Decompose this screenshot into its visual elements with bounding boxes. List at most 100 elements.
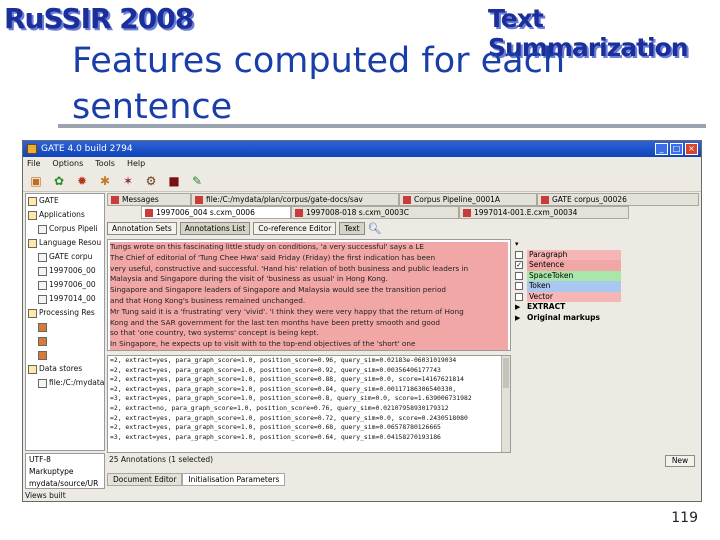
annotation-type-row[interactable]: SpaceToken <box>515 270 699 281</box>
sentence-highlight[interactable]: very useful, constructive and successful… <box>110 263 508 275</box>
menu-file[interactable]: File <box>27 157 40 170</box>
document-tab[interactable]: 1997014-001.E.cxm_00034 <box>459 206 629 219</box>
scrollbar-thumb[interactable] <box>503 358 509 388</box>
collapse-icon[interactable]: ▾ <box>515 239 523 250</box>
annotation-type-row[interactable]: ▾ <box>515 239 699 250</box>
bottom-tabs: Document Editor Initialisation Parameters <box>107 473 286 486</box>
close-icon[interactable]: × <box>685 143 698 155</box>
new-resource-icon[interactable]: ✿ <box>50 172 68 190</box>
table-row[interactable]: =2, extract=yes, para_graph_score=1.0, p… <box>110 375 510 385</box>
annotation-type-row[interactable]: ▶ EXTRACT <box>515 302 699 313</box>
maximize-icon[interactable]: □ <box>670 143 683 155</box>
document-text-pane[interactable]: Tungs wrote on this fascinating little s… <box>107 239 511 351</box>
annotation-type-row[interactable]: Vector <box>515 291 699 302</box>
sentence-highlight[interactable]: Kong and the SAR government for the last… <box>110 317 508 329</box>
table-row[interactable]: =2, extract=yes, para_graph_score=1.0, p… <box>110 366 510 376</box>
text-button[interactable]: Text <box>339 222 365 235</box>
tree-item[interactable] <box>26 334 104 348</box>
annotation-type-label: Token <box>527 281 621 292</box>
table-row[interactable]: =2, extract=no, para_graph_score=1.0, po… <box>110 404 510 414</box>
type-checkbox[interactable]: ✓ <box>515 261 523 270</box>
document-tab[interactable]: 1997008-018 s.cxm_0003C <box>291 206 459 219</box>
new-annotation-button[interactable]: New <box>665 455 695 467</box>
document-tab-icon <box>463 209 471 217</box>
menu-options[interactable]: Options <box>52 157 83 170</box>
tree-item[interactable]: Language Resou <box>26 236 104 250</box>
coreference-editor-button[interactable]: Co-reference Editor <box>253 222 337 235</box>
resource-tab-label: GATE corpus_00026 <box>552 195 627 204</box>
tree-item-label: Processing Res <box>39 308 95 317</box>
resource-tab[interactable]: Messages <box>107 193 191 206</box>
save-icon[interactable]: ■ <box>165 172 183 190</box>
type-checkbox[interactable] <box>515 250 523 259</box>
tree-item-label: GATE <box>39 196 59 205</box>
document-icon <box>38 294 47 304</box>
annotations-table[interactable]: =2, extract=yes, para_graph_score=1.0, p… <box>107 355 511 453</box>
create-datastore-icon[interactable]: ✱ <box>96 172 114 190</box>
annotation-sets-button[interactable]: Annotation Sets <box>107 222 177 235</box>
tree-item[interactable]: Data stores <box>26 362 104 376</box>
tree-item[interactable]: file:/C:/mydatal <box>26 376 104 390</box>
run-icon[interactable]: ✶ <box>119 172 137 190</box>
tree-item[interactable]: 1997006_00 <box>26 278 104 292</box>
title-divider <box>58 124 706 128</box>
tree-item-label: Language Resou <box>39 238 102 247</box>
annotation-type-row[interactable]: Token <box>515 281 699 292</box>
stop-icon[interactable]: ⚙ <box>142 172 160 190</box>
sentence-highlight[interactable]: so that 'one country, two systems' conce… <box>110 328 508 340</box>
new-pr-icon[interactable]: ✹ <box>73 172 91 190</box>
tree-item[interactable]: GATE <box>26 194 104 208</box>
tree-item[interactable]: GATE corpu <box>26 250 104 264</box>
table-row[interactable]: =2, extract=yes, para_graph_score=1.0, p… <box>110 414 510 424</box>
paint-icon[interactable]: ✎ <box>188 172 206 190</box>
tree-item[interactable] <box>26 320 104 334</box>
resource-tab[interactable]: GATE corpus_00026 <box>537 193 699 206</box>
document-tab[interactable]: 1997006_004 s.cxm_0006 <box>141 206 291 219</box>
folder-icon <box>28 238 37 248</box>
sentence-highlight[interactable]: The Chief of editorial of 'Tung Chee Hwa… <box>110 252 508 264</box>
sentence-highlight[interactable]: and that Hong Kong's business remained u… <box>110 295 508 307</box>
sentence-highlight[interactable]: Mr Tung said it is a 'frustrating' very … <box>110 306 508 318</box>
annotation-type-row[interactable]: ▶ Original markups <box>515 313 699 324</box>
type-checkbox[interactable] <box>515 292 523 301</box>
processing-resource-icon <box>38 322 47 332</box>
annotations-list-button[interactable]: Annotations List <box>179 222 251 235</box>
tree-item[interactable]: Corpus Pipeli <box>26 222 104 236</box>
sentence-highlight[interactable]: Tungs wrote on this fascinating little s… <box>110 242 508 253</box>
sentence-highlight[interactable]: Malaysia and Singapore during the visit … <box>110 274 508 286</box>
sentence-highlight[interactable]: Singapore and Singapore leaders of Singa… <box>110 285 508 296</box>
resource-tab[interactable]: Corpus Pipeline_0001A <box>399 193 537 206</box>
table-row[interactable]: =3, extract=yes, para_graph_score=1.0, p… <box>110 433 510 443</box>
type-checkbox[interactable] <box>515 271 523 280</box>
annotation-type-row[interactable]: ✓ Sentence <box>515 260 699 271</box>
tree-item[interactable] <box>26 348 104 362</box>
tree-item[interactable]: Applications <box>26 208 104 222</box>
expand-icon[interactable]: ▶ <box>515 313 523 324</box>
bottom-tab[interactable]: Document Editor <box>107 473 183 486</box>
tree-item[interactable]: 1997006_00 <box>26 264 104 278</box>
expand-icon[interactable]: ▶ <box>515 302 523 313</box>
tree-item[interactable]: Processing Res <box>26 306 104 320</box>
minimize-icon[interactable]: _ <box>655 143 668 155</box>
open-application-icon[interactable]: ▣ <box>27 172 45 190</box>
tree-item[interactable]: 1997014_00 <box>26 292 104 306</box>
menu-help[interactable]: Help <box>127 157 145 170</box>
menu-tools[interactable]: Tools <box>95 157 115 170</box>
table-row[interactable]: =2, extract=yes, para_graph_score=1.0, p… <box>110 385 510 395</box>
table-row[interactable]: =2, extract=yes, para_graph_score=1.0, p… <box>110 423 510 433</box>
type-checkbox[interactable] <box>515 282 523 291</box>
resource-tab-icon <box>541 196 549 204</box>
status-bar: Views built <box>25 491 66 500</box>
bottom-tab[interactable]: Initialisation Parameters <box>182 473 286 486</box>
annotations-scrollbar[interactable] <box>501 356 510 452</box>
resource-tab[interactable]: file:/C:/mydata/plan/corpus/gate-docs/sa… <box>191 193 399 206</box>
search-icon[interactable]: 🔍︎ <box>368 222 382 236</box>
folder-icon <box>28 196 37 206</box>
table-row[interactable]: =2, extract=yes, para_graph_score=1.0, p… <box>110 356 510 366</box>
sentence-highlight[interactable]: In Singapore, he expects up to visit wit… <box>110 339 508 350</box>
document-icon <box>38 378 47 388</box>
table-row[interactable]: =3, extract=yes, para_graph_score=1.0, p… <box>110 394 510 404</box>
annotation-types-list[interactable]: ▾ Paragraph ✓ Sentence SpaceToken Token Vector… <box>515 239 699 351</box>
resource-tree[interactable]: GATE Applications Corpus Pipeli Language Re… <box>25 193 105 451</box>
annotation-type-row[interactable]: Paragraph <box>515 249 699 260</box>
